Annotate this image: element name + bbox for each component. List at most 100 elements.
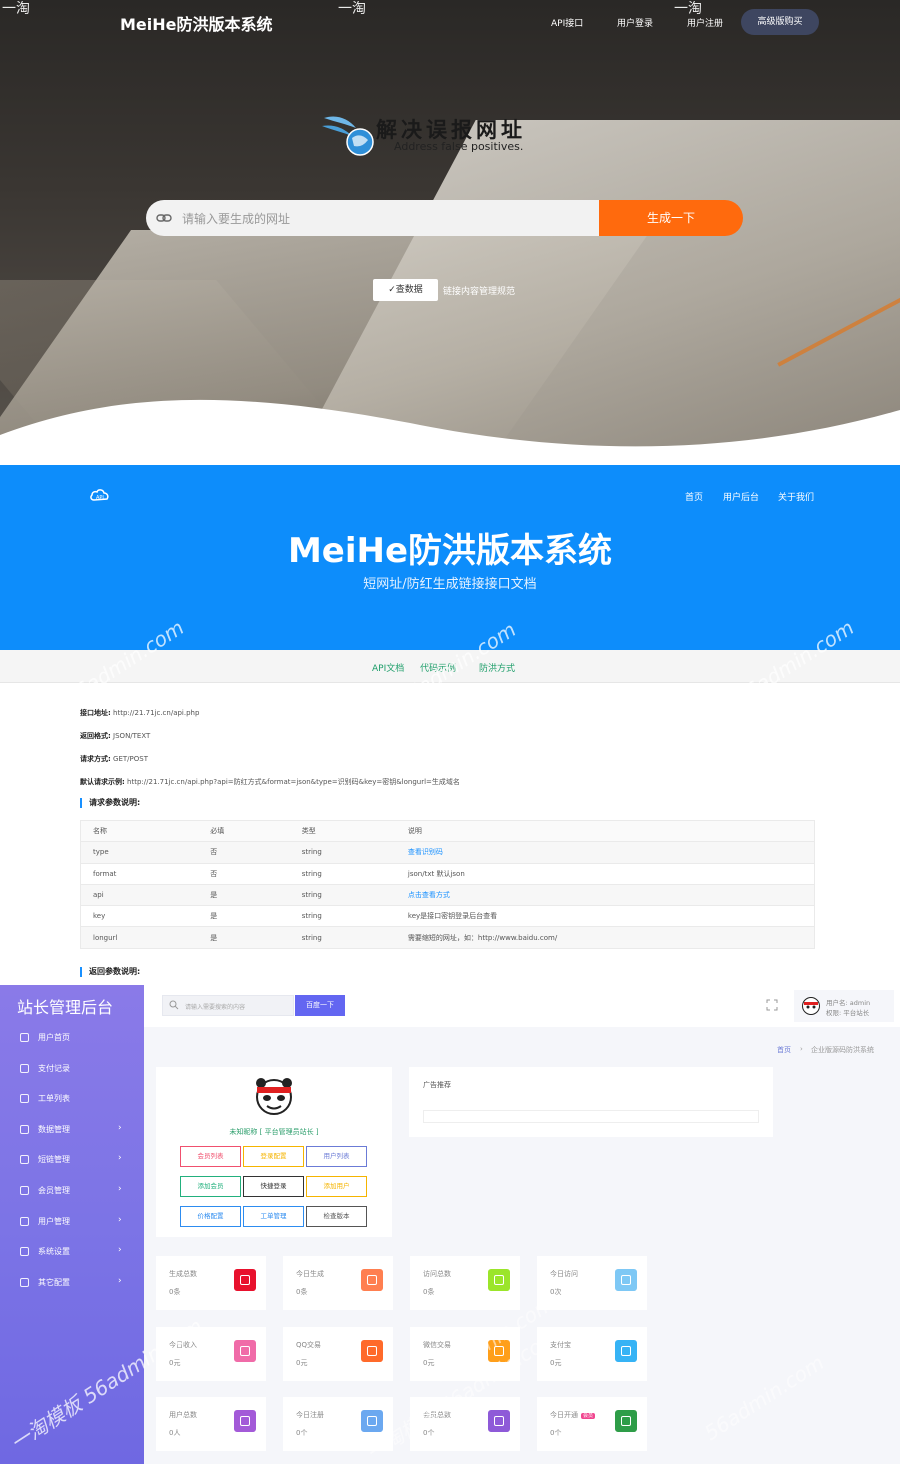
- stat-icon: [234, 1269, 256, 1291]
- stat-label: QQ交易: [296, 1340, 322, 1349]
- sidebar-item-label: 用户首页: [38, 1033, 70, 1042]
- sidebar-item-payment-records[interactable]: 支付记录: [0, 1059, 144, 1079]
- generate-button[interactable]: 生成一下: [599, 200, 743, 236]
- login-config-button[interactable]: 登录配置: [243, 1146, 304, 1167]
- sidebar-item-member-management[interactable]: 会员管理 ›: [0, 1181, 144, 1201]
- sidebar-item-shortlink-management[interactable]: 短链管理 ›: [0, 1150, 144, 1170]
- stat-value: 0条: [423, 1288, 435, 1296]
- stat-card-total-users: 用户总数 0人: [156, 1397, 266, 1451]
- check-data-button[interactable]: ✓查数据: [373, 279, 438, 301]
- view-method-link[interactable]: 点击查看方式: [395, 883, 815, 906]
- sidebar-item-system-settings[interactable]: 系统设置 ›: [0, 1242, 144, 1262]
- price-config-button[interactable]: 价格配置: [180, 1206, 241, 1227]
- premium-buy-button[interactable]: 高级版购买: [741, 9, 819, 35]
- table-row: type 否 string 查看识别码: [80, 841, 815, 864]
- chevron-right-icon: ›: [118, 1245, 122, 1256]
- stat-value: 0人: [169, 1429, 181, 1437]
- col-header: 说明: [395, 819, 815, 842]
- menu-icon: [20, 1216, 29, 1226]
- stat-icon: [615, 1269, 637, 1291]
- sidebar-item-label: 短链管理: [38, 1155, 70, 1165]
- api-nav-user-admin[interactable]: 用户后台: [723, 490, 759, 503]
- sidebar-item-label: 用户管理: [38, 1216, 70, 1226]
- api-nav-about[interactable]: 关于我们: [778, 490, 814, 503]
- stat-value: 0个: [550, 1429, 562, 1437]
- stat-card-qq-trades: QQ交易 0元: [283, 1326, 393, 1381]
- add-user-button[interactable]: 添加用户: [306, 1176, 367, 1197]
- stat-icon: [488, 1410, 510, 1432]
- user-list-button[interactable]: 用户列表: [306, 1146, 367, 1167]
- add-member-button[interactable]: 添加会员: [180, 1176, 241, 1197]
- stat-icon: [361, 1269, 383, 1291]
- menu-icon: [20, 1094, 29, 1104]
- search-button[interactable]: 百度一下: [295, 995, 345, 1016]
- menu-icon: [20, 1247, 29, 1257]
- member-tag: 会员: [581, 1413, 596, 1419]
- stat-card-today-activations: 今日开通 会员 0个: [537, 1397, 647, 1451]
- chevron-right-icon: ›: [118, 1214, 122, 1225]
- sidebar-item-label: 系统设置: [38, 1247, 70, 1257]
- info-endpoint: 接口地址: http://21.71jc.cn/api.php: [80, 709, 200, 717]
- stat-value: 0元: [169, 1358, 181, 1367]
- globe-wings-icon: [322, 116, 374, 156]
- api-nav-home[interactable]: 首页: [685, 490, 703, 503]
- sidebar-item-other-config[interactable]: 其它配置 ›: [0, 1273, 144, 1293]
- stat-card-today-visits: 今日访问 0次: [537, 1256, 647, 1310]
- menu-icon: [20, 1186, 29, 1195]
- stat-icon: [361, 1339, 383, 1362]
- content-rules-link[interactable]: 链接内容管理规范: [443, 284, 515, 297]
- view-code-link[interactable]: 查看识别码: [395, 841, 815, 864]
- user-menu[interactable]: 用户名: admin 权限: 平台站长: [794, 990, 894, 1022]
- stat-card-total-generated: 生成总数 0条: [156, 1256, 266, 1310]
- chevron-right-icon: ›: [118, 1122, 122, 1133]
- tab-flood-method[interactable]: 防洪方式: [479, 661, 515, 674]
- ad-slot: [423, 1110, 759, 1123]
- member-list-button[interactable]: 会员列表: [180, 1146, 241, 1167]
- table-row: api 是 string 点击查看方式: [80, 883, 815, 906]
- url-input-placeholder[interactable]: 请输入要生成的网址: [182, 210, 290, 227]
- nav-api[interactable]: API接口: [551, 16, 583, 29]
- stat-label: 今日注册: [296, 1411, 324, 1419]
- api-page-subtitle: 短网址/防红生成链接接口文档: [363, 577, 537, 592]
- tab-api-docs[interactable]: API文档: [372, 661, 404, 674]
- ad-title: 广告推荐: [423, 1081, 451, 1089]
- watermark: 一淘: [2, 1, 30, 17]
- username: 用户名: admin: [826, 999, 871, 1007]
- response-params-heading: 返回参数说明:: [80, 967, 140, 977]
- stat-value: 0条: [169, 1288, 181, 1296]
- breadcrumb-current: 企业版源码防洪系统: [811, 1046, 874, 1054]
- check-version-button[interactable]: 检查版本: [306, 1206, 367, 1227]
- sidebar-item-ticket-list[interactable]: 工单列表: [0, 1089, 144, 1109]
- link-icon: [156, 214, 172, 222]
- api-page-title: MeiHe防洪版本系统: [287, 531, 613, 571]
- stat-card-total-visits: 访问总数 0条: [410, 1256, 520, 1310]
- site-title[interactable]: MeiHe防洪版本系统: [120, 11, 273, 35]
- chevron-right-icon: ›: [118, 1275, 122, 1286]
- search-icon: [169, 1000, 179, 1010]
- breadcrumb-home[interactable]: 首页: [777, 1045, 791, 1055]
- stat-value: 0元: [550, 1358, 562, 1367]
- nav-register[interactable]: 用户注册: [687, 16, 723, 29]
- svg-text:API: API: [96, 495, 104, 501]
- nav-login[interactable]: 用户登录: [617, 16, 653, 29]
- quick-login-button[interactable]: 快捷登录: [243, 1176, 304, 1197]
- stat-icon: [234, 1339, 256, 1362]
- api-cloud-icon[interactable]: API: [90, 487, 110, 503]
- user-role: 权限: 平台站长: [826, 1009, 870, 1017]
- stat-label: 今日生成: [296, 1270, 324, 1278]
- hero-wave: [0, 399, 900, 465]
- sidebar-item-user-home[interactable]: 用户首页: [0, 1028, 144, 1048]
- chevron-right-icon: ›: [118, 1153, 122, 1164]
- sidebar-item-label: 其它配置: [38, 1277, 70, 1287]
- stat-value: 0元: [296, 1358, 308, 1367]
- stat-label: 访问总数: [423, 1270, 451, 1278]
- menu-icon: [20, 1155, 29, 1165]
- sidebar-item-user-management[interactable]: 用户管理 ›: [0, 1212, 144, 1232]
- menu-icon: [20, 1277, 29, 1287]
- ticket-management-button[interactable]: 工单管理: [243, 1206, 304, 1227]
- fullscreen-icon[interactable]: [766, 999, 778, 1011]
- admin-search-input[interactable]: 请输入需要搜索的内容: [162, 995, 294, 1016]
- stat-value: 0次: [550, 1288, 562, 1296]
- col-header: 类型: [289, 819, 396, 842]
- sidebar-item-data-management[interactable]: 数据管理 ›: [0, 1120, 144, 1140]
